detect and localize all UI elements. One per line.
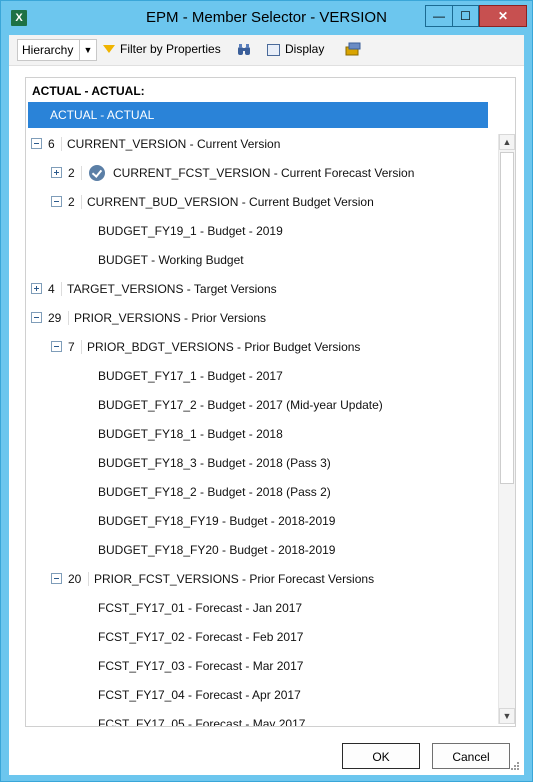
properties-icon — [345, 42, 361, 56]
display-icon — [267, 43, 280, 56]
member-label: PRIOR_VERSIONS - Prior Versions — [74, 311, 267, 325]
tree-member-row[interactable]: BUDGET_FY18_3 - Budget - 2018 (Pass 3) — [26, 450, 496, 476]
member-label: BUDGET - Working Budget — [98, 253, 244, 267]
member-label: FCST_FY17_05 - Forecast - May 2017 — [98, 717, 306, 727]
member-label: PRIOR_FCST_VERSIONS - Prior Forecast Ver… — [94, 572, 375, 586]
child-count: 20 — [68, 572, 82, 586]
filter-by-properties-button[interactable]: Filter by Properties — [103, 42, 221, 60]
tree-member-row[interactable]: FCST_FY17_04 - Forecast - Apr 2017 — [26, 682, 496, 708]
expand-icon[interactable] — [51, 167, 62, 178]
member-label: BUDGET_FY18_FY19 - Budget - 2018-2019 — [98, 514, 336, 528]
dialog-client-area: Hierarchy ▼ Filter by Properties Display — [9, 35, 524, 775]
collapse-icon[interactable] — [51, 196, 62, 207]
scroll-thumb[interactable] — [500, 152, 514, 484]
member-label: CURRENT_BUD_VERSION - Current Budget Ver… — [87, 195, 374, 209]
maximize-button[interactable]: ☐ — [452, 5, 479, 27]
count-separator — [88, 572, 89, 586]
member-selector-window: X EPM - Member Selector - VERSION — ☐ ✕ … — [0, 0, 533, 782]
member-tree[interactable]: ACTUAL - ACTUAL 6 CURRENT_VERSION - Curren… — [26, 102, 496, 726]
expand-icon[interactable] — [31, 283, 42, 294]
member-label: BUDGET_FY18_FY20 - Budget - 2018-2019 — [98, 543, 336, 557]
chevron-down-icon[interactable]: ▼ — [79, 40, 96, 60]
collapse-icon[interactable] — [51, 573, 62, 584]
member-label: PRIOR_BDGT_VERSIONS - Prior Budget Versi… — [87, 340, 361, 354]
resize-grip-icon[interactable] — [510, 761, 520, 771]
member-label: BUDGET_FY18_3 - Budget - 2018 (Pass 3) — [98, 456, 331, 470]
member-list-panel: ACTUAL - ACTUAL: ACTUAL - ACTUAL 6 CURRENT… — [25, 77, 516, 727]
count-separator — [61, 282, 62, 296]
properties-button[interactable] — [345, 41, 361, 59]
collapse-icon[interactable] — [31, 312, 42, 323]
tree-member-row[interactable]: FCST_FY17_03 - Forecast - Mar 2017 — [26, 653, 496, 679]
member-label: FCST_FY17_04 - Forecast - Apr 2017 — [98, 688, 301, 702]
member-label: CURRENT_VERSION - Current Version — [67, 137, 281, 151]
count-separator — [81, 166, 82, 180]
collapse-icon[interactable] — [51, 341, 62, 352]
count-separator — [68, 311, 69, 325]
tree-member-row[interactable]: FCST_FY17_02 - Forecast - Feb 2017 — [26, 624, 496, 650]
display-label: Display — [285, 42, 325, 56]
tree-group-row[interactable]: 2 CURRENT_FCST_VERSION - Current Forecast… — [26, 160, 496, 186]
funnel-icon — [103, 44, 115, 53]
display-button[interactable]: Display — [267, 42, 324, 60]
child-count: 4 — [48, 282, 55, 296]
search-button[interactable] — [237, 42, 251, 60]
binoculars-icon — [238, 43, 250, 55]
member-label: FCST_FY17_02 - Forecast - Feb 2017 — [98, 630, 304, 644]
tree-member-row[interactable]: ACTUAL - ACTUAL — [28, 102, 488, 128]
member-label: BUDGET_FY18_1 - Budget - 2018 — [98, 427, 283, 441]
member-label: BUDGET_FY18_2 - Budget - 2018 (Pass 2) — [98, 485, 331, 499]
tree-member-row[interactable]: FCST_FY17_05 - Forecast - May 2017 — [26, 711, 496, 727]
tree-member-row[interactable]: BUDGET_FY17_2 - Budget - 2017 (Mid-year … — [26, 392, 496, 418]
vertical-scrollbar[interactable]: ▲ ▼ — [498, 134, 515, 724]
cancel-button[interactable]: Cancel — [432, 743, 510, 769]
tree-member-row[interactable]: BUDGET_FY19_1 - Budget - 2019 — [26, 218, 496, 244]
selected-check-icon — [89, 165, 105, 181]
tree-group-row[interactable]: 6 CURRENT_VERSION - Current Version — [26, 131, 496, 157]
tree-member-row[interactable]: FCST_FY17_01 - Forecast - Jan 2017 — [26, 595, 496, 621]
hierarchy-label: Hierarchy — [22, 43, 74, 57]
child-count: 2 — [68, 195, 75, 209]
child-count: 7 — [68, 340, 75, 354]
tree-member-row[interactable]: BUDGET_FY18_FY20 - Budget - 2018-2019 — [26, 537, 496, 563]
collapse-icon[interactable] — [31, 138, 42, 149]
member-label: BUDGET_FY17_2 - Budget - 2017 (Mid-year … — [98, 398, 383, 412]
member-label: FCST_FY17_03 - Forecast - Mar 2017 — [98, 659, 304, 673]
filter-label: Filter by Properties — [120, 42, 221, 56]
member-label: FCST_FY17_01 - Forecast - Jan 2017 — [98, 601, 303, 615]
hierarchy-dropdown[interactable]: Hierarchy ▼ — [17, 39, 97, 61]
child-count: 29 — [48, 311, 62, 325]
tree-group-row[interactable]: 7 PRIOR_BDGT_VERSIONS - Prior Budget Vers… — [26, 334, 496, 360]
tree-group-row[interactable]: 4 TARGET_VERSIONS - Target Versions — [26, 276, 496, 302]
member-label: BUDGET_FY17_1 - Budget - 2017 — [98, 369, 283, 383]
count-separator — [81, 195, 82, 209]
child-count: 6 — [48, 137, 55, 151]
tree-member-row[interactable]: BUDGET_FY18_1 - Budget - 2018 — [26, 421, 496, 447]
tree-group-row[interactable]: 2 CURRENT_BUD_VERSION - Current Budget Ve… — [26, 189, 496, 215]
toolbar: Hierarchy ▼ Filter by Properties Display — [9, 35, 524, 66]
tree-group-row[interactable]: 29 PRIOR_VERSIONS - Prior Versions — [26, 305, 496, 331]
selected-member-label: ACTUAL - ACTUAL: — [32, 84, 145, 98]
count-separator — [81, 340, 82, 354]
tree-group-row[interactable]: 20 PRIOR_FCST_VERSIONS - Prior Forecast V… — [26, 566, 496, 592]
member-label: TARGET_VERSIONS - Target Versions — [67, 282, 277, 296]
title-bar[interactable]: X EPM - Member Selector - VERSION — ☐ ✕ — [1, 1, 532, 35]
member-label: CURRENT_FCST_VERSION - Current Forecast … — [113, 166, 415, 180]
tree-member-row[interactable]: BUDGET - Working Budget — [26, 247, 496, 273]
tree-member-row[interactable]: BUDGET_FY18_FY19 - Budget - 2018-2019 — [26, 508, 496, 534]
member-label: ACTUAL - ACTUAL — [50, 108, 155, 122]
scroll-down-button[interactable]: ▼ — [499, 708, 515, 724]
minimize-button[interactable]: — — [425, 5, 453, 27]
child-count: 2 — [68, 166, 75, 180]
count-separator — [61, 137, 62, 151]
member-label: BUDGET_FY19_1 - Budget - 2019 — [98, 224, 283, 238]
scroll-up-button[interactable]: ▲ — [499, 134, 515, 150]
ok-button[interactable]: OK — [342, 743, 420, 769]
tree-member-row[interactable]: BUDGET_FY17_1 - Budget - 2017 — [26, 363, 496, 389]
tree-member-row[interactable]: BUDGET_FY18_2 - Budget - 2018 (Pass 2) — [26, 479, 496, 505]
close-button[interactable]: ✕ — [479, 5, 527, 27]
